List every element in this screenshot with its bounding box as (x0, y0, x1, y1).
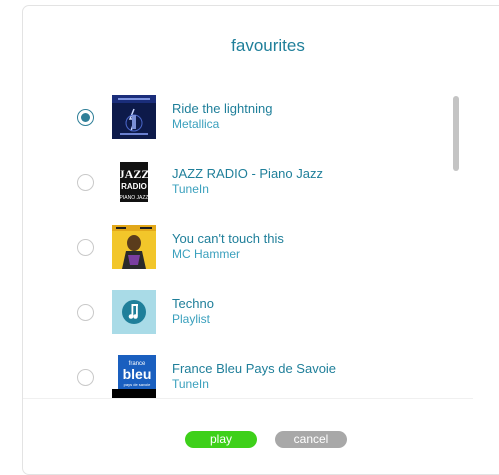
radio-dot (81, 113, 90, 122)
item-source: Metallica (172, 117, 220, 131)
item-source: TuneIn (172, 182, 209, 196)
item-name: France Bleu Pays de Savoie (172, 361, 337, 376)
item-name: Ride the lightning (172, 101, 273, 116)
bleu-logo-text: bleu (123, 366, 152, 382)
list-item[interactable]: You can't touch this MC Hammer (23, 217, 493, 281)
list-item[interactable]: france bleu pays de savoie France Bleu P… (23, 347, 493, 399)
item-name: You can't touch this (172, 231, 284, 246)
jazz-radio-logo: JAZZ RADIO PIANO JAZZ (112, 160, 156, 204)
favourites-list: Ride the lightning Metallica JAZZ RADIO … (23, 87, 493, 399)
radio-logo-text: RADIO (121, 182, 147, 191)
item-name: JAZZ RADIO - Piano Jazz (172, 166, 323, 181)
jazz-logo-text: JAZZ (119, 167, 150, 181)
album-art-mc-hammer (112, 225, 156, 269)
radio-button[interactable] (77, 239, 94, 256)
item-source: TuneIn (172, 377, 209, 391)
playlist-thumb (112, 290, 156, 334)
radio-button[interactable] (77, 109, 94, 126)
scrollbar-thumb[interactable] (453, 96, 459, 171)
france-bleu-logo: france bleu pays de savoie (112, 355, 156, 399)
dialog-title: favourites (231, 36, 305, 55)
list-item[interactable]: Techno Playlist (23, 282, 493, 346)
item-name: Techno (172, 296, 214, 311)
favourites-dialog: favourites Ride the lightning Metallica (22, 5, 499, 475)
play-button[interactable]: play (185, 431, 257, 448)
radio-button[interactable] (77, 174, 94, 191)
radio-button[interactable] (77, 369, 94, 386)
list-item[interactable]: Ride the lightning Metallica (23, 87, 493, 151)
radio-button[interactable] (77, 304, 94, 321)
item-source: Playlist (172, 312, 211, 326)
cancel-button[interactable]: cancel (275, 431, 347, 448)
divider (23, 398, 473, 399)
album-art-ride-the-lightning (112, 95, 156, 139)
item-source: MC Hammer (172, 247, 240, 261)
list-item[interactable]: JAZZ RADIO PIANO JAZZ JAZZ RADIO - Piano… (23, 152, 493, 216)
piano-jazz-logo-text: PIANO JAZZ (120, 195, 149, 201)
pays-de-savoie-logo-text: pays de savoie (124, 382, 151, 387)
